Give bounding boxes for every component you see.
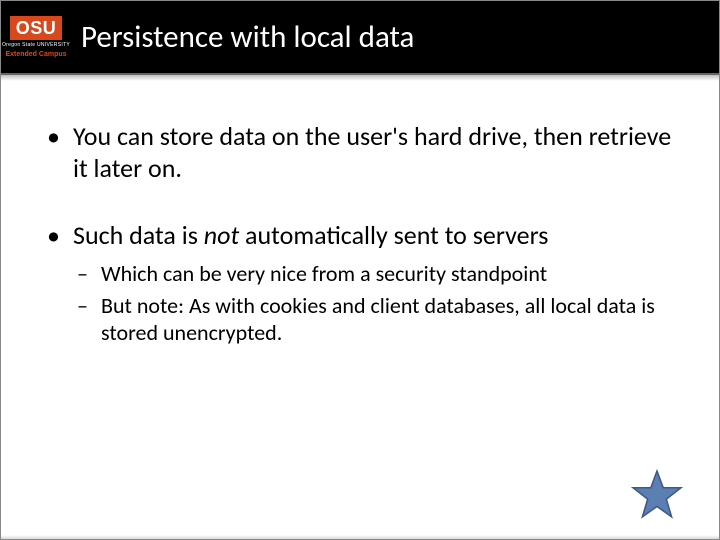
star-icon [631,469,683,521]
sub-bullet-text: Which can be very nice from a security s… [101,260,547,287]
bullet-text-em: not [204,219,239,251]
header-bar: OSU Oregon State UNIVERSITY Extended Cam… [1,1,719,75]
header-shadow [1,75,719,81]
bullet-item: Such data is not automatically sent to s… [47,220,679,346]
slide: OSU Oregon State UNIVERSITY Extended Cam… [0,0,720,540]
bullet-text: You can store data on the user's hard dr… [73,120,671,184]
logo-extended: Extended Campus [5,51,66,58]
sub-bullet-item: But note: As with cookies and client dat… [73,292,679,347]
logo-main: OSU [10,16,63,40]
logo: OSU Oregon State UNIVERSITY Extended Cam… [1,0,71,74]
slide-body: You can store data on the user's hard dr… [47,121,679,383]
bullet-text-post: automatically sent to servers [239,219,548,251]
sub-bullet-item: Which can be very nice from a security s… [73,260,679,288]
sub-bullet-text: But note: As with cookies and client dat… [101,292,655,347]
footer-shadow [1,535,719,539]
bullet-item: You can store data on the user's hard dr… [47,121,679,184]
bullet-text-pre: Such data is [73,219,204,251]
slide-title: Persistence with local data [81,18,414,56]
bullet-list: You can store data on the user's hard dr… [47,121,679,347]
sub-bullet-list: Which can be very nice from a security s… [73,260,679,347]
logo-subtext: Oregon State UNIVERSITY [2,42,70,48]
